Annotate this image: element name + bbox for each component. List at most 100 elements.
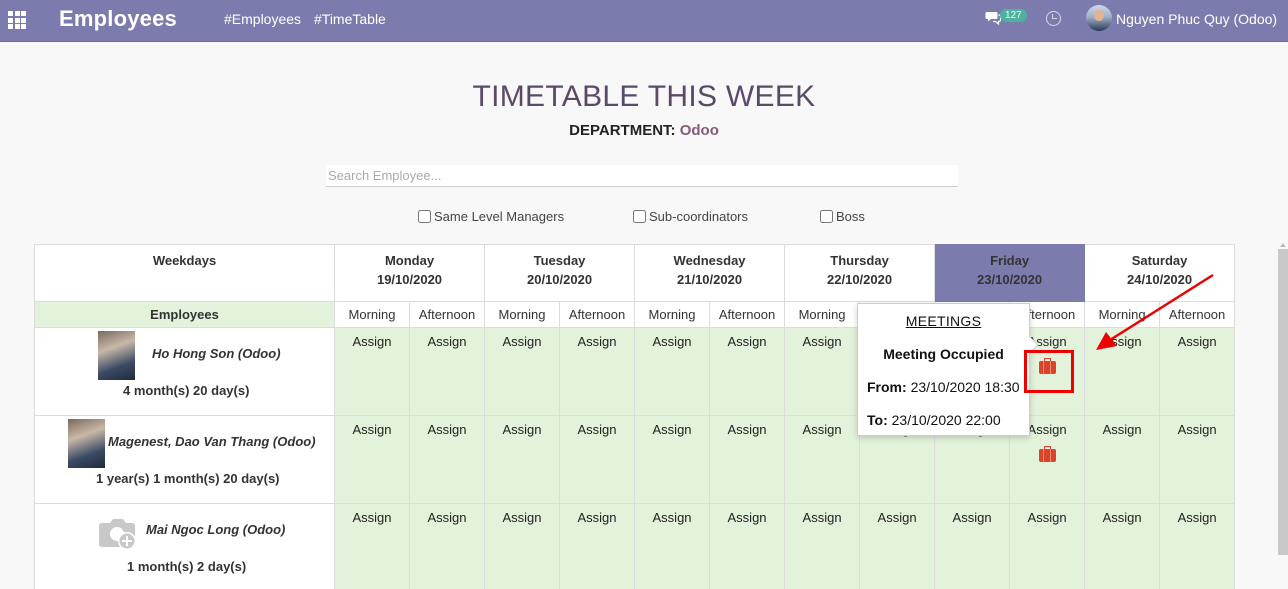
camera-add-icon[interactable] [98, 514, 140, 552]
employee-tenure: 1 month(s) 2 day(s) [127, 559, 247, 574]
assign-link[interactable]: Assign [803, 334, 842, 349]
briefcase-icon[interactable] [1038, 446, 1056, 462]
assign-link[interactable]: Assign [503, 334, 542, 349]
day-header-wednesday: Wednesday 21/10/2020 [634, 244, 786, 302]
assign-link[interactable]: Assign [1178, 510, 1217, 525]
day-name: Wednesday [673, 253, 746, 268]
scrollbar-thumb[interactable] [1278, 249, 1288, 555]
from-label: From: [867, 379, 907, 395]
filter-label: Boss [836, 209, 865, 224]
slot-cell: Assign [408, 503, 486, 589]
slot-cell: Assign [334, 503, 410, 589]
assign-link[interactable]: Assign [578, 510, 617, 525]
assign-link[interactable]: Assign [503, 510, 542, 525]
slot-cell: Assign [934, 503, 1011, 589]
assign-link[interactable]: Assign [352, 334, 391, 349]
assign-link[interactable]: Assign [878, 510, 917, 525]
slot-cell: Assign [709, 327, 786, 416]
assign-link[interactable]: Assign [1028, 422, 1067, 437]
day-header-monday: Monday 19/10/2020 [333, 244, 486, 302]
meeting-popover: MEETINGS Meeting Occupied From: 23/10/20… [857, 303, 1039, 436]
sub-coordinators-checkbox[interactable] [633, 210, 646, 223]
period-header-afternoon: Afternoon [709, 301, 786, 328]
assign-link[interactable]: Assign [1028, 510, 1067, 525]
assign-link[interactable]: Assign [803, 422, 842, 437]
assign-link[interactable]: Assign [653, 334, 692, 349]
employee-cell: Ho Hong Son (Odoo) 4 month(s) 20 day(s) [34, 327, 335, 416]
menu-employees[interactable]: #Employees [224, 11, 301, 27]
slot-cell: Assign [334, 327, 410, 416]
assign-link[interactable]: Assign [427, 334, 466, 349]
assign-link[interactable]: Assign [1178, 422, 1217, 437]
day-name: Saturday [1131, 253, 1188, 268]
search-employee-input[interactable] [326, 165, 958, 187]
employee-tenure: 4 month(s) 20 day(s) [123, 383, 250, 398]
user-avatar[interactable] [1086, 5, 1112, 31]
weekday-header-row: Weekdays Monday 19/10/2020 Tuesday 20/10/202… [34, 244, 1236, 302]
employee-photo[interactable] [68, 419, 105, 468]
boss-checkbox[interactable] [820, 210, 833, 223]
assign-link[interactable]: Assign [427, 510, 466, 525]
app-title[interactable]: Employees [59, 6, 177, 32]
assign-link[interactable]: Assign [728, 510, 767, 525]
slot-cell: Assign [408, 327, 486, 416]
employee-row: Mai Ngoc Long (Odoo) 1 month(s) 2 day(s) A… [34, 503, 1236, 589]
assign-link[interactable]: Assign [503, 422, 542, 437]
assign-link[interactable]: Assign [578, 422, 617, 437]
day-date: 23/10/2020 [977, 272, 1043, 287]
assign-link[interactable]: Assign [653, 510, 692, 525]
day-date: 19/10/2020 [376, 272, 443, 287]
employee-name[interactable]: Ho Hong Son (Odoo) [152, 346, 281, 361]
filter-same-level-managers[interactable]: Same Level Managers [418, 209, 564, 224]
from-value: 23/10/2020 18:30 [910, 379, 1020, 395]
slot-cell: Assign [559, 503, 636, 589]
assign-link[interactable]: Assign [352, 422, 391, 437]
clock-icon[interactable] [1046, 11, 1061, 26]
assign-link[interactable]: Assign [578, 334, 617, 349]
assign-link[interactable]: Assign [352, 510, 391, 525]
slot-cell: Assign [634, 415, 711, 504]
assign-link[interactable]: Assign [1103, 510, 1142, 525]
employee-name[interactable]: Magenest, Dao Van Thang (Odoo) [108, 434, 316, 449]
popover-heading: MEETINGS [905, 313, 982, 329]
assign-link[interactable]: Assign [953, 510, 992, 525]
slot-cell: Assign [784, 503, 861, 589]
to-value: 23/10/2020 22:00 [891, 412, 1001, 428]
slot-cell: Assign [634, 503, 711, 589]
slot-cell: Assign [784, 327, 861, 416]
employee-cell: Magenest, Dao Van Thang (Odoo) 1 year(s) … [34, 415, 335, 504]
filter-sub-coordinators[interactable]: Sub-coordinators [633, 209, 748, 224]
assign-link[interactable]: Assign [728, 334, 767, 349]
department-line: DEPARTMENT: Odoo [0, 122, 1288, 139]
message-count-badge[interactable]: 127 [1000, 9, 1027, 22]
employees-header: Employees [34, 301, 335, 328]
slot-cell: Assign [484, 503, 561, 589]
assign-link[interactable]: Assign [427, 422, 466, 437]
apps-grid-icon[interactable] [8, 11, 26, 29]
period-header-afternoon: Afternoon [408, 301, 486, 328]
chat-icon[interactable] [985, 11, 1001, 25]
assign-link[interactable]: Assign [728, 422, 767, 437]
day-name: Friday [990, 253, 1030, 268]
day-name: Monday [384, 253, 435, 268]
highlight-box [1024, 350, 1074, 393]
assign-link[interactable]: Assign [653, 422, 692, 437]
day-header-friday: Friday 23/10/2020 [934, 244, 1086, 302]
day-name: Thursday [830, 253, 889, 268]
popover-to: To: 23/10/2020 22:00 [867, 412, 1001, 428]
menu-timetable[interactable]: #TimeTable [314, 11, 386, 27]
employee-photo[interactable] [98, 331, 135, 380]
employee-name[interactable]: Mai Ngoc Long (Odoo) [146, 522, 285, 537]
scrollbar-up-arrow[interactable] [1280, 243, 1286, 247]
period-header-afternoon: Afternoon [559, 301, 636, 328]
filter-boss[interactable]: Boss [820, 209, 865, 224]
assign-link[interactable]: Assign [803, 510, 842, 525]
day-name: Tuesday [533, 253, 586, 268]
user-menu[interactable]: Nguyen Phuc Quy (Odoo) [1116, 11, 1277, 27]
day-date: 22/10/2020 [827, 272, 893, 287]
annotation-arrow [1096, 273, 1214, 350]
same-level-managers-checkbox[interactable] [418, 210, 431, 223]
slot-cell: Assign [1159, 415, 1236, 504]
assign-link[interactable]: Assign [1103, 422, 1142, 437]
department-label: DEPARTMENT: [569, 122, 676, 139]
